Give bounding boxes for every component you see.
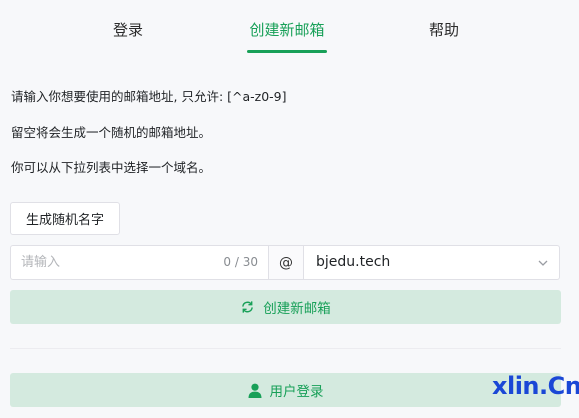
tab-login[interactable]: 登录 xyxy=(113,19,143,40)
watermark-logo: xlin.Cn xyxy=(492,372,579,400)
info-random-hint: 留空将会生成一个随机的邮箱地址。 xyxy=(11,125,212,140)
user-login-button[interactable]: 用户登录 xyxy=(10,373,561,407)
info-allowed-chars: 请输入你想要使用的邮箱地址, 只允许: [^a-z0-9] xyxy=(11,89,287,104)
active-tab-indicator xyxy=(247,50,327,53)
user-icon xyxy=(248,383,261,398)
character-counter: 0 / 30 xyxy=(223,255,258,269)
tab-help[interactable]: 帮助 xyxy=(429,19,459,40)
create-mailbox-label: 创建新邮箱 xyxy=(263,301,331,317)
divider xyxy=(10,348,561,349)
generate-random-name-button[interactable]: 生成随机名字 xyxy=(10,202,120,235)
address-input-wrapper: 0 / 30 xyxy=(10,245,268,280)
tab-create-mailbox[interactable]: 创建新邮箱 xyxy=(249,19,324,40)
at-symbol: @ xyxy=(268,245,304,280)
user-login-label: 用户登录 xyxy=(269,384,324,400)
address-input[interactable] xyxy=(21,246,201,279)
info-domain-hint: 你可以从下拉列表中选择一个域名。 xyxy=(11,160,212,175)
chevron-down-icon xyxy=(538,260,548,266)
tab-bar: 登录 创建新邮箱 帮助 xyxy=(0,0,579,56)
refresh-icon xyxy=(242,301,254,313)
domain-select[interactable]: bjedu.tech xyxy=(304,245,560,280)
create-mailbox-button[interactable]: 创建新邮箱 xyxy=(10,290,561,324)
domain-select-value: bjedu.tech xyxy=(316,254,391,270)
